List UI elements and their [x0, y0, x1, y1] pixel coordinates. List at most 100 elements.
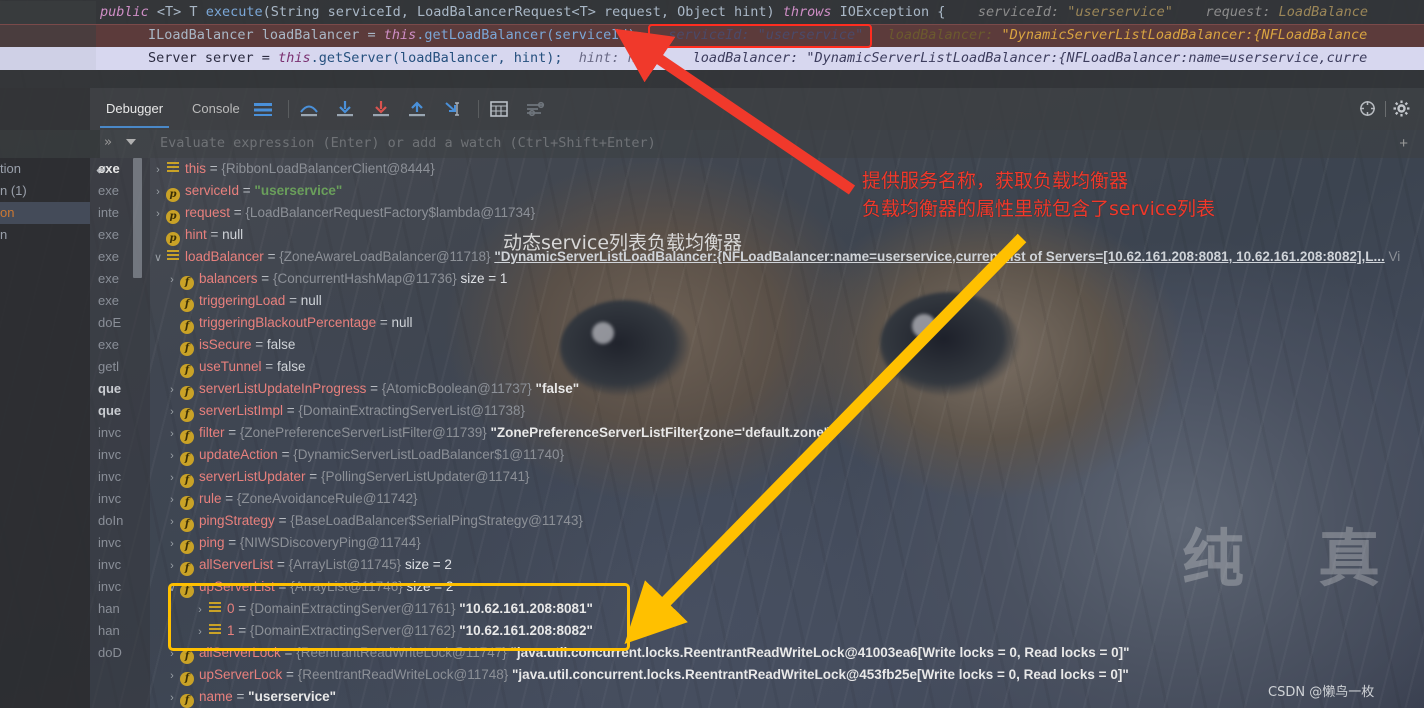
variable-row[interactable]: › f name = "userservice" [150, 686, 1424, 708]
frames-icon[interactable] [252, 99, 274, 119]
chevron-right-icon[interactable]: › [164, 489, 180, 511]
code-line-3[interactable]: Server server = this.getServer(loadBalan… [0, 47, 1424, 70]
thread-item[interactable]: n (1) [0, 180, 90, 202]
chevron-right-icon[interactable]: › [164, 269, 180, 291]
target-icon[interactable] [1359, 100, 1376, 117]
variable-row[interactable]: ›phint = null [150, 224, 1424, 246]
inline-hint-serviceid-label: serviceId: [945, 4, 1068, 20]
tab-console[interactable]: Console [186, 96, 246, 122]
thread-item[interactable]: n [0, 224, 90, 246]
code-line-1[interactable]: public <T> T execute(String serviceId, L… [0, 1, 1424, 24]
chevron-expand-icon[interactable]: » [104, 135, 112, 150]
chevron-right-icon[interactable]: › [150, 225, 166, 247]
step-into-icon[interactable] [334, 99, 356, 119]
editor-gutter-line-1[interactable] [0, 1, 96, 24]
tab-debugger[interactable]: Debugger [100, 96, 170, 128]
chevron-right-icon[interactable]: › [164, 511, 180, 533]
field-icon: f [180, 540, 194, 554]
editor-gutter-line-2[interactable] [0, 24, 96, 47]
variable-row[interactable]: › f serverListUpdateInProgress = {AtomicBo… [150, 378, 1424, 400]
variable-row[interactable]: › f ping = {NIWSDiscoveryPing@11744} [150, 532, 1424, 554]
frame-item[interactable]: exe [90, 290, 150, 312]
add-watch-icon[interactable]: + [1399, 135, 1408, 152]
frame-item[interactable]: invc [90, 532, 150, 554]
chevron-right-icon[interactable]: › [164, 467, 180, 489]
code-type-iloadbalancer: ILoadBalancer [148, 27, 262, 43]
variable-row[interactable]: › f serverListImpl = {DomainExtractingServ… [150, 400, 1424, 422]
evaluate-expression-placeholder[interactable]: Evaluate expression (Enter) or add a wat… [160, 135, 656, 151]
frame-item[interactable]: han [90, 598, 150, 620]
variable-reference: {ZoneAwareLoadBalancer@11718} [279, 249, 495, 264]
variable-row[interactable]: › f balancers = {ConcurrentHashMap@11736} … [150, 268, 1424, 290]
chevron-down-icon[interactable] [126, 139, 136, 145]
frame-item[interactable]: que [90, 400, 150, 422]
variable-row[interactable]: ∨ loadBalancer = {ZoneAwareLoadBalancer@1… [150, 246, 1424, 268]
thread-item[interactable]: on [0, 202, 90, 224]
frame-item[interactable]: invc [90, 422, 150, 444]
gear-icon[interactable] [1393, 100, 1410, 117]
variable-row[interactable]: › this = {RibbonLoadBalancerClient@8444} [150, 158, 1424, 180]
chevron-right-icon[interactable]: › [164, 379, 180, 401]
chevron-right-icon[interactable]: › [164, 555, 180, 577]
variable-reference: {RibbonLoadBalancerClient@8444} [221, 161, 435, 176]
variable-row[interactable]: › f allServerList = {ArrayList@11745} size… [150, 554, 1424, 576]
frame-item[interactable]: doIn [90, 510, 150, 532]
chevron-right-icon[interactable]: › [164, 687, 180, 708]
chevron-right-icon[interactable]: › [164, 445, 180, 467]
variable-view-link[interactable]: Vi [1385, 249, 1400, 264]
chevron-right-icon[interactable]: › [150, 181, 166, 203]
variable-reference: {PollingServerListUpdater@11741} [320, 469, 530, 484]
variable-row[interactable]: › f filter = {ZonePreferenceServerListFilt… [150, 422, 1424, 444]
chevron-right-icon[interactable]: › [164, 533, 180, 555]
frames-scrollbar-thumb[interactable] [133, 158, 142, 278]
variable-row[interactable]: ›f isSecure = false [150, 334, 1424, 356]
chevron-right-icon[interactable]: › [164, 401, 180, 423]
evaluate-expression-bar[interactable]: » Evaluate expression (Enter) or add a w… [0, 130, 1424, 158]
thread-item[interactable]: tion [0, 158, 90, 180]
frame-item[interactable]: invc [90, 554, 150, 576]
frame-item[interactable]: doD [90, 642, 150, 664]
variable-row[interactable]: › f upServerLock = {ReentrantReadWriteLock… [150, 664, 1424, 686]
chevron-right-icon[interactable]: › [150, 203, 166, 225]
chevron-right-icon[interactable]: › [164, 335, 180, 357]
settings-filter-icon[interactable] [524, 99, 546, 119]
variable-row[interactable]: ›f useTunnel = false [150, 356, 1424, 378]
step-out-icon[interactable] [406, 99, 428, 119]
frame-item[interactable]: exe [90, 334, 150, 356]
frame-item[interactable]: getl [90, 356, 150, 378]
run-to-cursor-icon[interactable] [442, 99, 464, 119]
variable-row[interactable]: › f rule = {ZoneAvoidanceRule@11742} [150, 488, 1424, 510]
variable-row[interactable]: ›f triggeringBlackoutPercentage = null [150, 312, 1424, 334]
chevron-right-icon[interactable]: › [164, 423, 180, 445]
step-over-icon[interactable] [298, 99, 320, 119]
evaluate-expression-icon[interactable] [488, 99, 510, 119]
frame-item[interactable]: doE [90, 312, 150, 334]
frame-item[interactable]: han [90, 620, 150, 642]
code-editor[interactable]: public <T> T execute(String serviceId, L… [0, 0, 1424, 88]
variable-row[interactable]: › f updateAction = {DynamicServerListLoadB… [150, 444, 1424, 466]
frame-item[interactable]: invc [90, 444, 150, 466]
variable-row[interactable]: › p request = {LoadBalancerRequestFactory$… [150, 202, 1424, 224]
threads-panel[interactable]: tion n (1) on n [0, 158, 90, 708]
chevron-down-icon[interactable]: ∨ [150, 247, 166, 269]
force-step-into-icon[interactable] [370, 99, 392, 119]
debugger-toolbar[interactable]: Debugger Console [0, 88, 1424, 130]
chevron-right-icon[interactable]: › [164, 665, 180, 687]
frames-panel[interactable]: exe exe inte exe exe exe exe doE exe getl que que in… [90, 158, 150, 708]
variable-row[interactable]: › f pingStrategy = {BaseLoadBalancer$Seria… [150, 510, 1424, 532]
frame-item[interactable]: que [90, 378, 150, 400]
variable-value: "ZonePreferenceServerListFilter{zone='de… [490, 425, 839, 440]
variable-row[interactable]: › p serviceId = "userservice" [150, 180, 1424, 202]
frame-item[interactable]: invc [90, 488, 150, 510]
frame-item[interactable]: invc [90, 466, 150, 488]
back-arrow-icon[interactable]: ↵ [96, 162, 108, 179]
chevron-right-icon[interactable]: › [150, 159, 166, 181]
variable-reference: {AtomicBoolean@11737} [381, 381, 536, 396]
variable-row[interactable]: › f serverListUpdater = {PollingServerList… [150, 466, 1424, 488]
chevron-right-icon[interactable]: › [164, 291, 180, 313]
chevron-right-icon[interactable]: › [164, 313, 180, 335]
frame-item[interactable]: invc [90, 576, 150, 598]
chevron-right-icon[interactable]: › [164, 357, 180, 379]
variable-row[interactable]: ›f triggeringLoad = null [150, 290, 1424, 312]
editor-gutter-line-3[interactable] [0, 47, 96, 70]
